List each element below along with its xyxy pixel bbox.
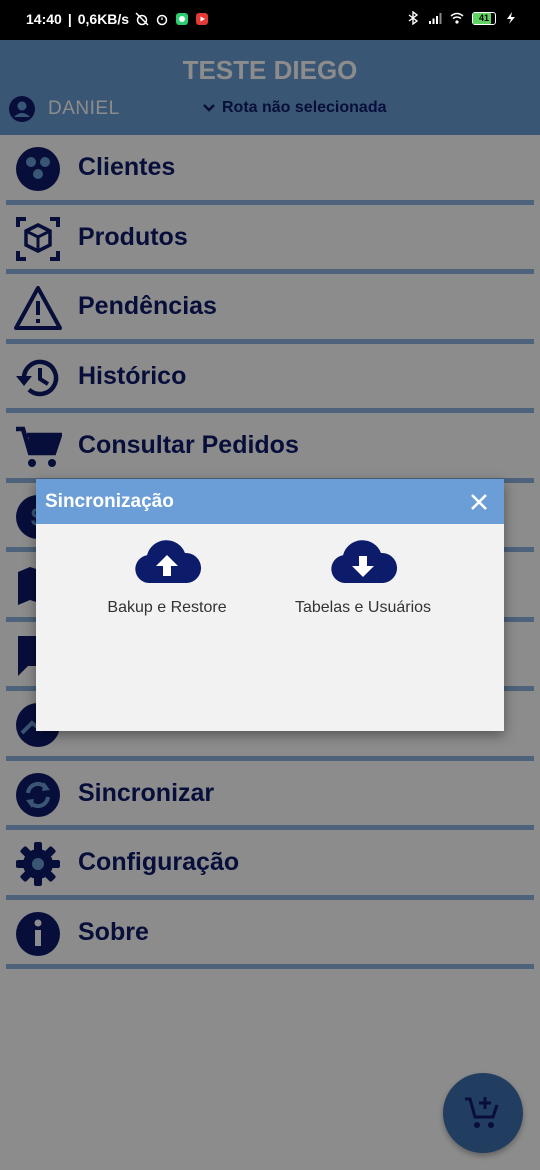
signal-icon [429,13,442,24]
close-icon[interactable] [468,491,490,513]
cloud-upload-icon [135,540,201,583]
bluetooth-icon [408,11,419,25]
tables-users-option[interactable]: Tabelas e Usuários [268,539,458,617]
youtube-icon [196,13,209,25]
chat-app-icon [176,13,189,25]
dialog-header: Sincronização [36,479,504,524]
battery-indicator: 41 [472,11,496,25]
charging-icon [507,12,515,24]
dialog-title: Sincronização [45,491,174,512]
network-speed: 0,6KB/s [77,11,130,27]
wifi-icon [450,12,464,24]
alarm-icon [156,14,168,26]
status-bar: 14:40 | 0,6KB/s 41 [0,0,540,40]
sync-dialog: Sincronização Bakup e Restore Tabelas e … [36,479,504,731]
alarm-off-icon [135,12,149,26]
cloud-download-icon [331,540,397,583]
backup-restore-option[interactable]: Bakup e Restore [72,539,262,617]
clock: 14:40 [26,11,62,27]
